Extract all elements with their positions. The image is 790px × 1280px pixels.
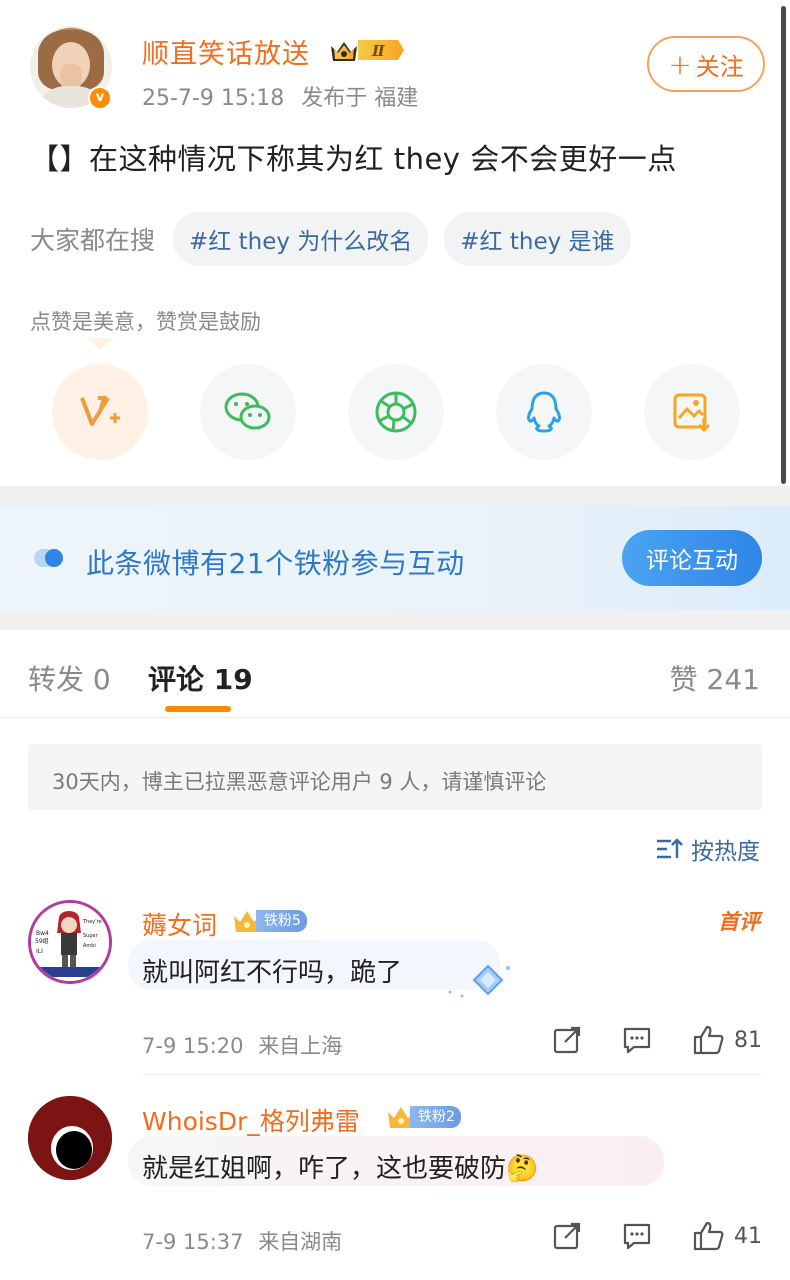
section-divider: [0, 486, 790, 506]
fan-toggle-icon: [34, 549, 63, 567]
comment-location: 来自湖南: [258, 1230, 343, 1254]
qq-icon[interactable]: [496, 364, 592, 460]
follow-button[interactable]: + 关注: [647, 36, 765, 92]
comment-meta: 7-9 15:20 来自上海: [142, 1030, 342, 1060]
post-body-text: 【】在这种情况下称其为红 they 会不会更好一点: [30, 142, 677, 176]
svg-text:ILI: ILI: [36, 948, 43, 955]
verified-badge-icon: v: [88, 86, 112, 110]
post-meta: 25-7-9 15:18 发布于 福建: [142, 80, 428, 112]
fan-interaction-text: 此条微博有21个铁粉参与互动: [86, 547, 465, 580]
post-timestamp: 25-7-9 15:18: [142, 86, 285, 111]
comment-text: 就是红姐啊，咋了，这也要破防🤔: [142, 1148, 538, 1185]
trending-search-row: 大家都在搜 #红 they 为什么改名 #红 they 是谁: [30, 212, 647, 266]
commenter-avatar[interactable]: Bw4 59组 ILI They're Super Ambi: [28, 900, 112, 984]
svg-text:They're: They're: [82, 919, 102, 925]
svg-text:Ambi: Ambi: [83, 943, 96, 949]
comment-actions: 81: [512, 1024, 762, 1056]
comment-interact-button[interactable]: 评论互动: [622, 530, 762, 586]
like-reward-note: 点赞是美意，赞赏是鼓励: [30, 310, 261, 334]
post-location: 发布于 福建: [301, 86, 419, 111]
comment-meta: 7-9 15:37 来自湖南: [142, 1226, 342, 1256]
moments-icon[interactable]: [348, 364, 444, 460]
comment-text: 就叫阿红不行吗，跪了: [142, 958, 403, 988]
scrollbar[interactable]: [781, 6, 786, 484]
tooltip-pointer-icon: [86, 338, 114, 350]
follow-label: 关注: [695, 52, 744, 81]
comment-item: WhoisDr_格列弗雷 铁粉2 就是红姐啊，咋了，这也要破防🤔 7-9 15:…: [0, 1096, 790, 1266]
commenter-avatar[interactable]: [28, 1096, 112, 1180]
section-divider: [0, 610, 790, 630]
trending-search-label: 大家都在搜: [30, 226, 156, 255]
comment-like-count: 81: [734, 1027, 762, 1053]
blocked-users-notice: 30天内，博主已拉黑恶意评论用户 9 人，请谨慎评论: [28, 744, 762, 810]
svg-text:Ⅱ: Ⅱ: [371, 42, 386, 60]
commenter-name[interactable]: WhoisDr_格列弗雷: [142, 1102, 360, 1138]
comment-item: Bw4 59组 ILI They're Super Ambi 薅女词 铁粉5 首…: [0, 900, 790, 1075]
reply-comment-icon[interactable]: [622, 1221, 652, 1251]
post-header: v 顺直笑话放送 Ⅱ 25-7-9 15:18 发布于 福建 + 关注: [30, 26, 765, 116]
comment-divider: [142, 1074, 762, 1075]
tab-likes[interactable]: 赞 241: [670, 658, 760, 698]
first-comment-badge: 首评: [718, 910, 760, 934]
trending-tag-2[interactable]: #红 they 是谁: [444, 212, 631, 266]
commenter-name[interactable]: 薅女词: [142, 906, 217, 942]
comment-time: 7-9 15:20: [142, 1034, 244, 1058]
sort-icon: [657, 838, 683, 859]
share-row: [52, 364, 742, 460]
like-comment-button[interactable]: 41: [692, 1220, 762, 1252]
diamond-decoration-icon: [448, 964, 510, 998]
save-image-icon[interactable]: [644, 364, 740, 460]
svg-text:Bw4: Bw4: [36, 930, 49, 937]
fan-level-badge: 铁粉5: [232, 908, 307, 934]
thumbs-up-icon: [693, 1221, 724, 1251]
tab-repost[interactable]: 转发 0: [28, 658, 111, 698]
sort-by-hot-button[interactable]: 按热度: [655, 832, 760, 866]
comment-actions: 41: [512, 1220, 762, 1252]
share-comment-icon[interactable]: [552, 1025, 582, 1055]
comment-text-body: 就是红姐啊，咋了，这也要破防: [142, 1154, 507, 1184]
v-plus-icon[interactable]: [52, 364, 148, 460]
thinking-emoji-icon: 🤔: [506, 1154, 539, 1184]
vip-crown-badge-icon: Ⅱ: [331, 40, 404, 61]
tab-comments[interactable]: 评论 19: [148, 658, 253, 698]
fan-level-badge: 铁粉2: [386, 1104, 461, 1130]
svg-text:59组: 59组: [35, 937, 49, 945]
svg-text:Super: Super: [83, 933, 99, 939]
wechat-icon[interactable]: [200, 364, 296, 460]
active-tab-indicator: [165, 706, 231, 712]
comment-time: 7-9 15:37: [142, 1230, 244, 1254]
fan-interaction-banner: 此条微博有21个铁粉参与互动 评论互动: [0, 506, 790, 610]
share-comment-icon[interactable]: [552, 1221, 582, 1251]
post-tabs: 转发 0 评论 19 赞 241: [0, 630, 790, 718]
like-comment-button[interactable]: 81: [692, 1024, 762, 1056]
reply-comment-icon[interactable]: [622, 1025, 652, 1055]
comment-like-count: 41: [734, 1223, 762, 1249]
comment-location: 来自上海: [258, 1034, 343, 1058]
sort-label: 按热度: [691, 839, 760, 865]
trending-tag-1[interactable]: #红 they 为什么改名: [173, 212, 429, 266]
author-name[interactable]: 顺直笑话放送: [142, 32, 310, 71]
thumbs-up-icon: [693, 1025, 724, 1055]
plus-icon: +: [668, 47, 692, 81]
